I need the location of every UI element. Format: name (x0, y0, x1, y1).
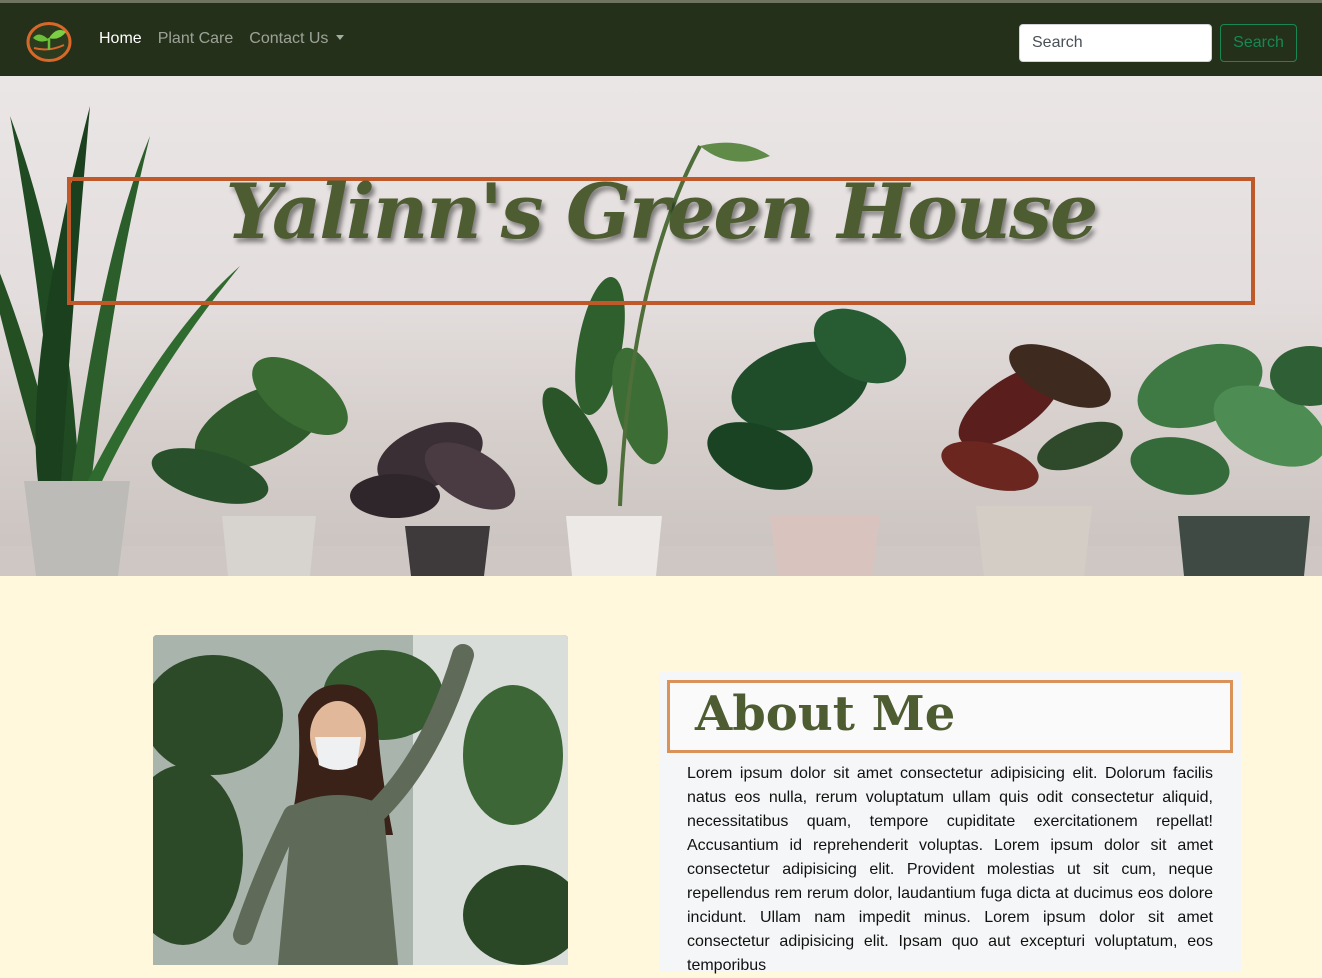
about-card: About Me Lorem ipsum dolor sit amet cons… (659, 672, 1241, 974)
nav-link-contact-label: Contact Us (249, 30, 329, 47)
nav-links: Home Plant Care Contact Us (99, 30, 345, 48)
nav-link-home[interactable]: Home (99, 30, 142, 48)
about-text: Lorem ipsum dolor sit amet consectetur a… (687, 765, 1213, 974)
hero-banner: Yalinn's Green House (0, 76, 1322, 576)
sprout-logo-icon[interactable] (26, 21, 72, 63)
chevron-down-icon (336, 35, 345, 40)
search-input[interactable] (1019, 24, 1212, 62)
search-button[interactable]: Search (1220, 24, 1297, 62)
nav-link-plant-care[interactable]: Plant Care (158, 30, 234, 48)
navbar: Home Plant Care Contact Us Search (0, 0, 1322, 76)
hero-plants-image (0, 106, 1322, 576)
about-heading-box: About Me (667, 680, 1233, 753)
nav-link-contact-us[interactable]: Contact Us (249, 30, 345, 48)
hero-title-box: Yalinn's Green House (67, 167, 1255, 305)
profile-photo-image (153, 635, 568, 965)
about-heading: About Me (695, 686, 956, 742)
site-title: Yalinn's Green House (225, 167, 1099, 257)
profile-photo (153, 635, 568, 965)
